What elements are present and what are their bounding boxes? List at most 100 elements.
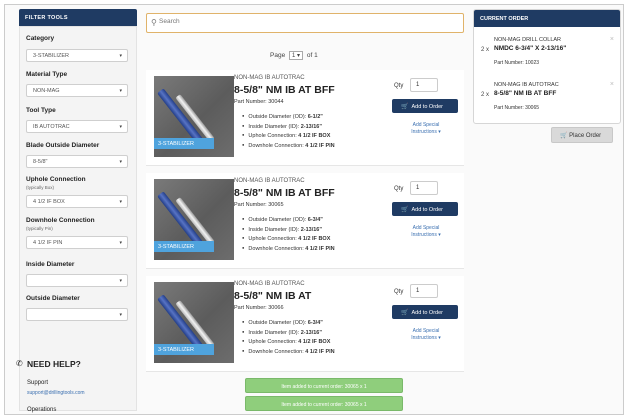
add-special-instructions-link[interactable]: Add Special Instructions ▾ bbox=[401, 225, 451, 239]
add-special-instructions-link[interactable]: Add Special Instructions ▾ bbox=[401, 328, 451, 342]
filter-label-category: Category bbox=[26, 35, 55, 42]
chevron-down-icon: ▾ bbox=[119, 278, 122, 284]
qty-label: Qty bbox=[394, 83, 404, 89]
support-email-link[interactable]: support@drillingtools.com bbox=[27, 390, 85, 396]
cart-icon: 🛒 bbox=[401, 310, 409, 316]
filter-label-tool-type: Tool Type bbox=[26, 107, 56, 114]
cart-icon: 🛒 bbox=[560, 133, 568, 139]
downhole-connection-select[interactable]: 4 1/2 IF PIN ▾ bbox=[26, 236, 128, 249]
product-image: 3-STABILIZER bbox=[154, 76, 234, 157]
product-type: NON-MAG IB AUTOTRAC bbox=[234, 178, 305, 184]
filter-label-blade-od: Blade Outside Diameter bbox=[26, 142, 100, 149]
spec-downhole: Downhole Connection: 4 1/2 IF PIN bbox=[242, 244, 334, 254]
page-current: 1 bbox=[292, 53, 296, 59]
order-item-line1: NON-MAG IB AUTOTRAC bbox=[494, 82, 559, 88]
product-card: 3-STABILIZER NON-MAG IB AUTOTRAC 8-5/8" … bbox=[146, 276, 464, 372]
filter-body: Category 3-STABILIZER ▾ Material Type NON… bbox=[19, 26, 137, 411]
filter-label-od: Outside Diameter bbox=[26, 295, 80, 302]
chevron-down-icon: ▾ bbox=[119, 159, 122, 165]
place-order-button[interactable]: 🛒 Place Order bbox=[551, 127, 613, 143]
downhole-value: 4 1/2 IF PIN bbox=[33, 240, 63, 246]
success-toast: Item added to current order: 30065 x 1 bbox=[245, 396, 403, 411]
category-select[interactable]: 3-STABILIZER ▾ bbox=[26, 49, 128, 62]
qty-input[interactable]: 1 bbox=[410, 78, 438, 92]
spec-id: Inside Diameter (ID): 2-13/16" bbox=[242, 122, 335, 132]
add-to-order-button[interactable]: 🛒 Add to Order bbox=[392, 202, 458, 216]
order-item-part: Part Number: 30065 bbox=[494, 105, 540, 111]
add-special-instructions-link[interactable]: Add Special Instructions ▾ bbox=[401, 122, 451, 136]
search-input[interactable] bbox=[159, 18, 439, 25]
chevron-down-icon: ▾ bbox=[119, 199, 122, 205]
outside-diameter-select[interactable]: ▾ bbox=[26, 308, 128, 321]
qty-input[interactable]: 1 bbox=[410, 284, 438, 298]
spec-id: Inside Diameter (ID): 2-13/16" bbox=[242, 328, 335, 338]
product-title[interactable]: 8-5/8" NM IB AT BFF bbox=[234, 187, 335, 199]
spec-downhole: Downhole Connection: 4 1/2 IF PIN bbox=[242, 347, 334, 357]
spec-uphole: Uphole Connection: 4 1/2 IF BOX bbox=[242, 131, 335, 141]
current-order-panel: CURRENT ORDER 2 x NON-MAG DRILL COLLAR N… bbox=[473, 9, 621, 124]
need-help-title: NEED HELP? bbox=[27, 359, 81, 369]
material-type-select[interactable]: NON-MAG ▾ bbox=[26, 84, 128, 97]
blade-od-select[interactable]: 8-5/8" ▾ bbox=[26, 155, 128, 168]
cart-icon: 🛒 bbox=[401, 207, 409, 213]
filter-sidebar: FILTER TOOLS Category 3-STABILIZER ▾ Mate… bbox=[19, 9, 137, 411]
inside-diameter-select[interactable]: ▾ bbox=[26, 274, 128, 287]
product-part-number: Part Number: 30044 bbox=[234, 99, 284, 105]
pagination: Page 1 ▾ of 1 bbox=[270, 51, 318, 60]
current-order-title: CURRENT ORDER bbox=[474, 10, 620, 27]
chevron-down-icon: ▾ bbox=[119, 312, 122, 318]
qty-input[interactable]: 1 bbox=[410, 181, 438, 195]
product-type: NON-MAG IB AUTOTRAC bbox=[234, 75, 305, 81]
product-part-number: Part Number: 30066 bbox=[234, 305, 284, 311]
product-title[interactable]: 8-5/8" NM IB AT BFF bbox=[234, 84, 335, 96]
order-item-qty: 2 x bbox=[481, 92, 490, 98]
spec-od: Outside Diameter (OD): 6-3/4" bbox=[242, 215, 335, 225]
product-card: 3-STABILIZER NON-MAG IB AUTOTRAC 8-5/8" … bbox=[146, 70, 464, 166]
search-icon: ⚲ bbox=[151, 18, 157, 27]
uphole-connection-select[interactable]: 4 1/2 IF BOX ▾ bbox=[26, 195, 128, 208]
product-title[interactable]: 8-5/8" NM IB AT bbox=[234, 290, 311, 302]
remove-item-icon[interactable]: × bbox=[610, 36, 614, 43]
filter-sublabel-downhole: (typically Pin) bbox=[26, 226, 53, 231]
phone-icon: ✆ bbox=[16, 359, 23, 368]
add-to-order-button[interactable]: 🛒 Add to Order bbox=[392, 305, 458, 319]
spec-id: Inside Diameter (ID): 2-13/16" bbox=[242, 225, 335, 235]
product-image: 3-STABILIZER bbox=[154, 282, 234, 363]
add-to-order-button[interactable]: 🛒 Add to Order bbox=[392, 99, 458, 113]
chevron-down-icon: ▾ bbox=[119, 53, 122, 59]
blade-od-value: 8-5/8" bbox=[33, 159, 48, 165]
material-type-value: NON-MAG bbox=[33, 88, 60, 94]
product-category-tag: 3-STABILIZER bbox=[154, 344, 214, 355]
product-image: 3-STABILIZER bbox=[154, 179, 234, 260]
operations-label: Operations bbox=[27, 407, 57, 413]
support-label: Support bbox=[27, 380, 49, 386]
filter-label-material: Material Type bbox=[26, 71, 68, 78]
spec-uphole: Uphole Connection: 4 1/2 IF BOX bbox=[242, 337, 335, 347]
filter-sublabel-uphole: (typically Box) bbox=[26, 185, 55, 190]
spec-uphole: Uphole Connection: 4 1/2 IF BOX bbox=[242, 234, 335, 244]
spec-od: Outside Diameter (OD): 6-1/2" bbox=[242, 112, 335, 122]
cart-icon: 🛒 bbox=[401, 104, 409, 110]
chevron-down-icon: ▾ bbox=[119, 88, 122, 94]
product-specs: Outside Diameter (OD): 6-3/4" Inside Dia… bbox=[242, 215, 335, 254]
page-label: Page bbox=[270, 52, 286, 59]
order-item-line2: 8-5/8" NM IB AT BFF bbox=[494, 90, 557, 97]
product-specs: Outside Diameter (OD): 6-3/4" Inside Dia… bbox=[242, 318, 335, 357]
tool-type-select[interactable]: IB AUTOTRAC ▾ bbox=[26, 120, 128, 133]
filter-label-id: Inside Diameter bbox=[26, 261, 75, 268]
qty-label: Qty bbox=[394, 289, 404, 295]
order-item-line1: NON-MAG DRILL COLLAR bbox=[494, 37, 562, 43]
search-box[interactable]: ⚲ bbox=[146, 13, 464, 33]
tool-type-value: IB AUTOTRAC bbox=[33, 124, 70, 130]
category-value: 3-STABILIZER bbox=[33, 53, 69, 59]
success-toast: Item added to current order: 30065 x 1 bbox=[245, 378, 403, 393]
page-select[interactable]: 1 ▾ bbox=[289, 51, 304, 60]
order-item-qty: 2 x bbox=[481, 47, 490, 53]
product-card: 3-STABILIZER NON-MAG IB AUTOTRAC 8-5/8" … bbox=[146, 173, 464, 269]
remove-item-icon[interactable]: × bbox=[610, 81, 614, 88]
product-specs: Outside Diameter (OD): 6-1/2" Inside Dia… bbox=[242, 112, 335, 151]
page-of-label: of 1 bbox=[306, 52, 318, 59]
spec-downhole: Downhole Connection: 4 1/2 IF PIN bbox=[242, 141, 334, 151]
order-item-line2: NMDC 6-3/4" X 2-13/16" bbox=[494, 45, 567, 52]
chevron-down-icon: ▾ bbox=[119, 240, 122, 246]
